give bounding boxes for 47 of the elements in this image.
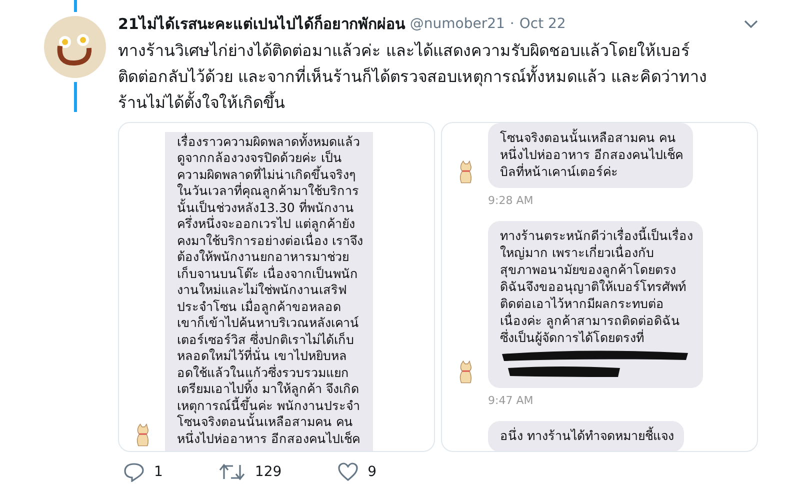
chevron-down-icon[interactable] xyxy=(744,20,758,28)
separator: · xyxy=(510,16,514,32)
message-line: ครึ่งหนึ่งจะออกเวรไป แต่ลูกค้ายัง xyxy=(177,216,356,232)
display-name[interactable]: 21ไม่ได้เรสนะคะแต่เปนไปได้ก็อยากพักผ่อน xyxy=(118,12,405,36)
message-line: งานใหม่และไม่ใช่พนักงานเสริฟ xyxy=(177,282,348,298)
user-handle[interactable]: @numober21 xyxy=(410,16,505,32)
message-line: ซึ่งเป็นผู้จัดการได้โดยตรงที่ xyxy=(500,329,645,346)
message-line: เตรียมเอาไปทิ้ง มาให้ลูกค้า จึงเกิด xyxy=(177,381,360,396)
message-line: เรื่องราวความผิดพลาดทั้งหมดแล้ว xyxy=(177,134,361,150)
message-time: 9:28 AM xyxy=(488,194,534,207)
message-line: คงมาใช้บริการอย่างต่อเนื่อง เราจึง xyxy=(177,232,363,249)
message-line: ติดต่อเอาไว้หากมีผลกระทบต่อ xyxy=(500,295,665,312)
message-line: เนื่องค่ะ ลูกค้าสามารถติดต่อดิฉัน xyxy=(500,312,681,329)
action-count: 129 xyxy=(254,464,282,480)
message-line: นั้นเป็นช่วงหลัง13.30 ที่พนักงาน xyxy=(177,200,355,215)
message-line: เก็บจานบนโต๊ะ เนื่องจากเป็นพนัก xyxy=(177,266,359,282)
message-line: สุขภาพอนามัยของลูกค้าโดยตรง xyxy=(500,261,677,278)
action-count: 9 xyxy=(368,464,377,480)
message-line: ต้องให้พนักงานยกอาหารมาช่วย xyxy=(177,249,350,265)
message-line: อดใช้แล้วในแก้วซึ่งรวบรวมแยก xyxy=(177,364,350,380)
heart-icon[interactable] xyxy=(338,462,358,482)
tweet-date[interactable]: Oct 22 xyxy=(519,16,566,32)
retweet-icon[interactable] xyxy=(218,462,245,482)
action-count: 1 xyxy=(154,464,163,480)
message-line: ดิฉันจึงขออนุญาติให้เบอร์โทรศัพท์ xyxy=(500,278,687,295)
message-line: ในวันเวลาที่คุณลูกค้ามาใช้บริการ xyxy=(177,183,360,198)
chat-screenshot[interactable] xyxy=(118,122,435,452)
message-line: เขาก็เข้าไปค้นหาบริเวณหลังเคาน์ xyxy=(177,315,360,331)
message-line: ดูจากกล้องวงจรปิดด้วยค่ะ เป็น xyxy=(177,150,343,166)
message-line: หลอดใหม่ไว้ที่นั่น เขาไปหยิบหล xyxy=(177,348,348,364)
message-time: 9:47 AM xyxy=(488,394,534,407)
reply-icon[interactable] xyxy=(124,462,144,482)
message-line: บิลที่หน้าเคาน์เตอร์ค่ะ xyxy=(500,163,619,180)
message-line: โซนจริงตอนนั้นเหลือสามคน คน xyxy=(500,129,677,146)
message-line: อนึ่ง ทางร้านได้ทำจดหมายชี้แจง xyxy=(500,427,674,444)
message-line: หนึ่งไปห่ออาหาร อีกสองคนไปเช็ค xyxy=(500,146,683,163)
avatar-icon[interactable] xyxy=(44,16,106,78)
message-line: ความผิดพลาดที่ไม่น่าเกิดขึ้นจริงๆ xyxy=(177,166,357,182)
chat-screenshot[interactable] xyxy=(441,122,758,452)
tweet-text: ทางร้านวิเศษไก่ย่างได้ติดต่อมาแล้วค่ะ และได้แสดงความรับผิดชอบแล้วโดยให้เบอร์ติดต่อกลับไว้ด้วย และจากที่เห็นร้านก็ได้ตรวจสอบเหตุการณ์ทั้งหมดแล้ว และคิดว่าทางร้านไม่ได้ตั้งใจให้เกิดขึ้น xyxy=(118,40,708,114)
message-line: เตอร์เซอร์วิส ซึ่งปกติเราไม่ได้เก็บ xyxy=(177,332,355,347)
message-line: ทางร้านตระหนักดีว่าเรื่องนี้เป็นเรื่อง xyxy=(500,227,693,244)
message-line: เหตุการณ์นี้ขึ้นค่ะ พนักงานประจำ xyxy=(177,398,361,414)
message-line: หนึ่งไปห่ออาหาร อีกสองคนไปเช็ค xyxy=(177,430,361,447)
message-line: โซนจริงตอนนั้นเหลือสามคน คน xyxy=(177,414,354,430)
message-line: ประจำโซน เมื่อลูกค้าขอหลอด xyxy=(177,298,341,314)
message-line: ใหญ่มาก เพราะเกี่ยวเนื่องกับ xyxy=(500,244,655,261)
